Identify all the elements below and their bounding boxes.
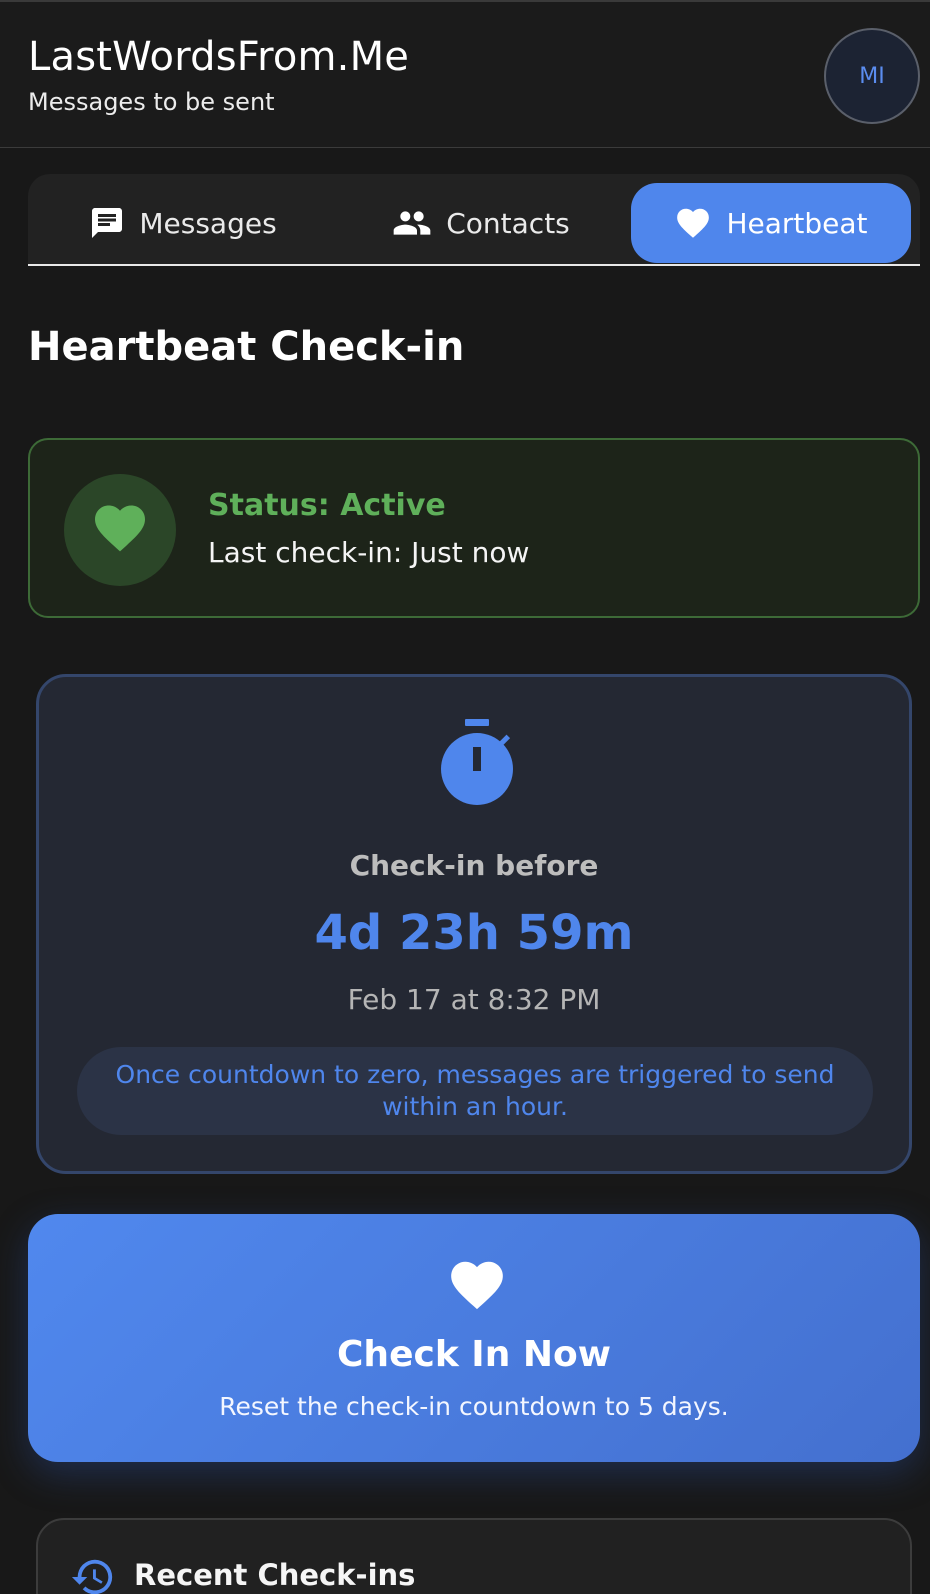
tab-messages-label: Messages xyxy=(139,206,277,240)
status-icon-circle xyxy=(64,474,176,586)
check-in-subtitle: Reset the check-in countdown to 5 days. xyxy=(219,1392,729,1421)
recent-checkins-title: Recent Check-ins xyxy=(134,1558,416,1592)
heart-icon xyxy=(446,1254,508,1320)
status-text: Status: Active xyxy=(208,488,446,523)
countdown-label: Check-in before xyxy=(349,849,599,882)
tab-heartbeat-label: Heartbeat xyxy=(726,206,868,240)
history-icon xyxy=(70,1554,116,1594)
check-in-now-button[interactable]: Check In Now Reset the check-in countdow… xyxy=(28,1214,920,1462)
page-title: Heartbeat Check-in xyxy=(28,324,465,370)
countdown-info-text: Once countdown to zero, messages are tri… xyxy=(115,1060,835,1121)
app-header: LastWordsFrom.Me Messages to be sent MI xyxy=(0,2,930,148)
countdown-info: Once countdown to zero, messages are tri… xyxy=(77,1047,873,1135)
tab-bar: Messages Contacts Heartbeat xyxy=(28,174,920,266)
timer-icon xyxy=(439,717,515,811)
check-in-title: Check In Now xyxy=(337,1334,611,1375)
last-checkin-text: Last check-in: Just now xyxy=(208,536,530,569)
app-title: LastWordsFrom.Me xyxy=(28,34,410,80)
people-icon xyxy=(392,203,432,243)
app-page: LastWordsFrom.Me Messages to be sent MI … xyxy=(0,0,930,1594)
avatar[interactable]: MI xyxy=(824,28,920,124)
heart-icon xyxy=(674,204,712,242)
countdown-value: 4d 23h 59m xyxy=(314,905,634,961)
heart-icon xyxy=(90,498,150,562)
app-subtitle: Messages to be sent xyxy=(28,88,275,116)
tab-contacts-label: Contacts xyxy=(446,206,570,240)
tab-heartbeat[interactable]: Heartbeat xyxy=(631,183,911,263)
countdown-card: Check-in before 4d 23h 59m Feb 17 at 8:3… xyxy=(36,674,912,1174)
tab-contacts[interactable]: Contacts xyxy=(346,183,616,263)
status-card: Status: Active Last check-in: Just now xyxy=(28,438,920,618)
avatar-initials: MI xyxy=(859,63,885,89)
tab-messages[interactable]: Messages xyxy=(48,183,318,263)
recent-checkins-card: Recent Check-ins xyxy=(36,1518,912,1594)
deadline-date: Feb 17 at 8:32 PM xyxy=(347,983,601,1016)
message-icon xyxy=(89,205,125,241)
